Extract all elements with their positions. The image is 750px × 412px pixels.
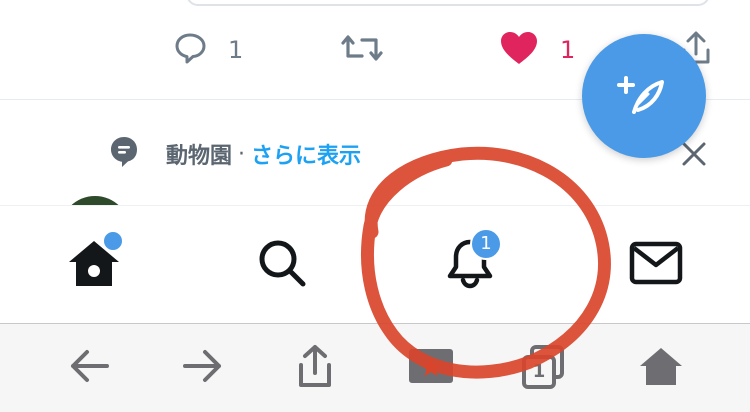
heart-icon xyxy=(498,29,540,71)
notification-badge: 1 xyxy=(470,228,502,260)
bookmarks-button[interactable] xyxy=(386,324,476,412)
bookmark-icon xyxy=(407,347,455,389)
search-icon xyxy=(255,236,309,294)
retweet-icon xyxy=(340,30,384,70)
like-button[interactable]: 1 xyxy=(498,30,575,70)
topic-icon xyxy=(108,135,140,173)
like-count: 1 xyxy=(560,36,576,64)
topic-suggestion-row: 動物園 · さらに表示 xyxy=(108,134,361,174)
retweet-button[interactable] xyxy=(340,30,384,70)
tab-messages[interactable] xyxy=(596,206,716,324)
home-unread-dot xyxy=(102,230,124,252)
reply-button[interactable]: 1 xyxy=(172,30,243,70)
show-more-link[interactable]: さらに表示 xyxy=(251,138,361,170)
tab-bar: 1 xyxy=(0,205,750,324)
mail-icon xyxy=(628,239,684,291)
forward-arrow-icon xyxy=(181,346,225,390)
previous-card-edge xyxy=(186,0,710,6)
reply-count: 1 xyxy=(228,36,244,64)
share-page-button[interactable] xyxy=(270,324,360,412)
reply-icon xyxy=(172,30,208,70)
share-icon xyxy=(293,343,337,393)
compose-tweet-button[interactable] xyxy=(582,34,706,158)
back-button[interactable] xyxy=(44,324,134,412)
close-button[interactable] xyxy=(680,140,708,172)
home-icon xyxy=(638,345,684,391)
forward-button[interactable] xyxy=(158,324,248,412)
home-page-button[interactable] xyxy=(616,324,706,412)
back-arrow-icon xyxy=(67,346,111,390)
tab-notifications[interactable]: 1 xyxy=(410,206,530,324)
topic-label: 動物園 xyxy=(166,144,233,169)
tabs-button[interactable]: 1 xyxy=(498,324,588,412)
browser-toolbar: 1 xyxy=(0,323,750,412)
topic-separator: · xyxy=(238,141,246,167)
tabs-icon: 1 xyxy=(520,345,566,391)
tab-home[interactable] xyxy=(34,206,154,324)
close-icon xyxy=(680,142,708,172)
tab-search[interactable] xyxy=(222,206,342,324)
compose-feather-icon xyxy=(612,62,676,130)
tabs-count: 1 xyxy=(532,361,546,382)
